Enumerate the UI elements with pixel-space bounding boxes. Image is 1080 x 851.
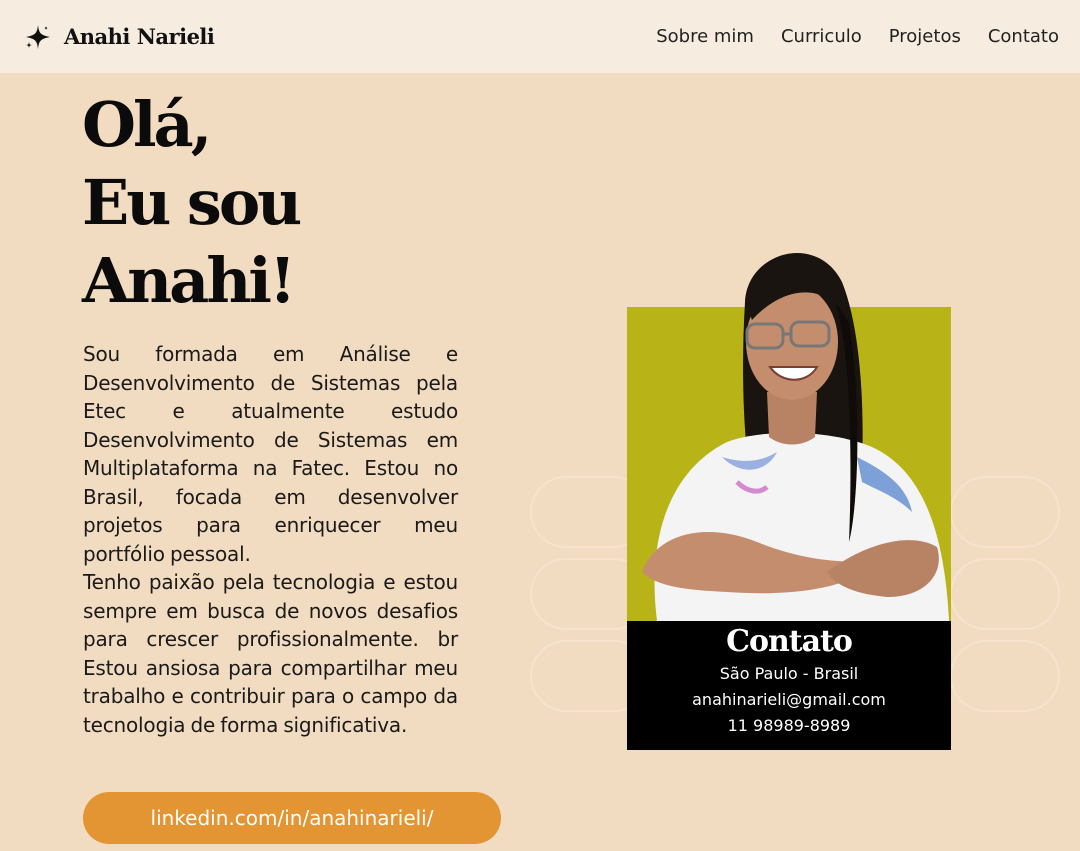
pattern-ring <box>950 640 1060 712</box>
pattern-ring <box>950 476 1060 548</box>
nav-links: Sobre mim Curriculo Projetos Contato <box>656 26 1059 47</box>
contact-title: Contato <box>726 624 853 659</box>
navbar: Anahi Narieli Sobre mim Curriculo Projet… <box>0 0 1080 73</box>
hero-line-name: Anahi! <box>82 244 296 317</box>
brand-name: Anahi Narieli <box>64 24 215 49</box>
nav-link-contato[interactable]: Contato <box>988 26 1059 47</box>
profile-photo-frame <box>627 253 951 621</box>
bio-text: Sou formada em Análise e Desenvolvimento… <box>83 340 458 739</box>
contact-card: Contato São Paulo - Brasil anahinarieli@… <box>627 621 951 750</box>
hero-title: Olá, Eu sou Anahi! <box>82 86 302 320</box>
contact-location: São Paulo - Brasil <box>719 664 859 683</box>
contact-email[interactable]: anahinarieli@gmail.com <box>627 687 951 713</box>
nav-link-curriculo[interactable]: Curriculo <box>781 26 862 47</box>
bio-paragraph-1: Sou formada em Análise e Desenvolvimento… <box>83 342 458 566</box>
pattern-ring <box>950 558 1060 630</box>
linkedin-button[interactable]: linkedin.com/in/anahinarieli/ <box>83 792 501 844</box>
contact-phone[interactable]: 11 98989-8989 <box>627 713 951 739</box>
nav-link-projetos[interactable]: Projetos <box>889 26 961 47</box>
nav-link-sobre-mim[interactable]: Sobre mim <box>656 26 754 47</box>
sparkle-icon <box>26 24 50 49</box>
profile-photo <box>642 253 949 621</box>
hero-line-greeting: Olá, <box>82 88 212 161</box>
bio-paragraph-2: Tenho paixão pela tecnologia e estou sem… <box>83 570 458 737</box>
brand[interactable]: Anahi Narieli <box>24 23 215 51</box>
hero-line-intro: Eu sou <box>82 166 302 239</box>
